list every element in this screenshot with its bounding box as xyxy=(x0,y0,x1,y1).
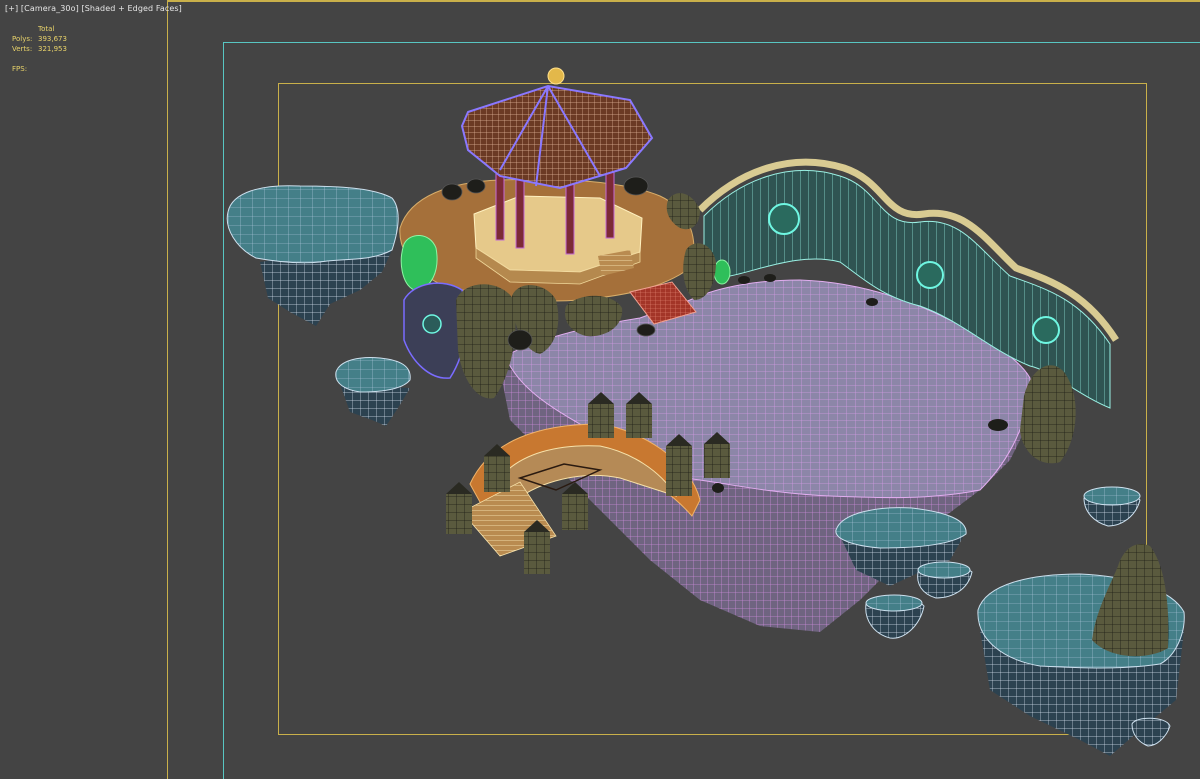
lantern xyxy=(446,482,472,534)
floating-islet-large[interactable] xyxy=(226,185,399,326)
floating-islet-tiny-1[interactable] xyxy=(917,561,973,599)
pavilion-finial[interactable] xyxy=(547,67,565,85)
floating-islet-tiny-3[interactable] xyxy=(1083,486,1141,527)
scene-render[interactable] xyxy=(0,0,1200,779)
floating-islet-tiny-4[interactable] xyxy=(1131,717,1171,747)
floating-islet-small-left[interactable] xyxy=(335,357,411,426)
wall-round-window xyxy=(1032,316,1060,344)
pavilion-roof[interactable] xyxy=(460,67,654,190)
rock-spire[interactable] xyxy=(1092,544,1169,657)
floating-islet-tiny-2[interactable] xyxy=(865,594,925,639)
wall-round-window xyxy=(768,203,800,235)
lantern xyxy=(666,434,692,496)
viewport[interactable]: [+] [Camera_30o] [Shaded + Edged Faces] … xyxy=(0,0,1200,779)
wall-round-window xyxy=(916,261,944,289)
